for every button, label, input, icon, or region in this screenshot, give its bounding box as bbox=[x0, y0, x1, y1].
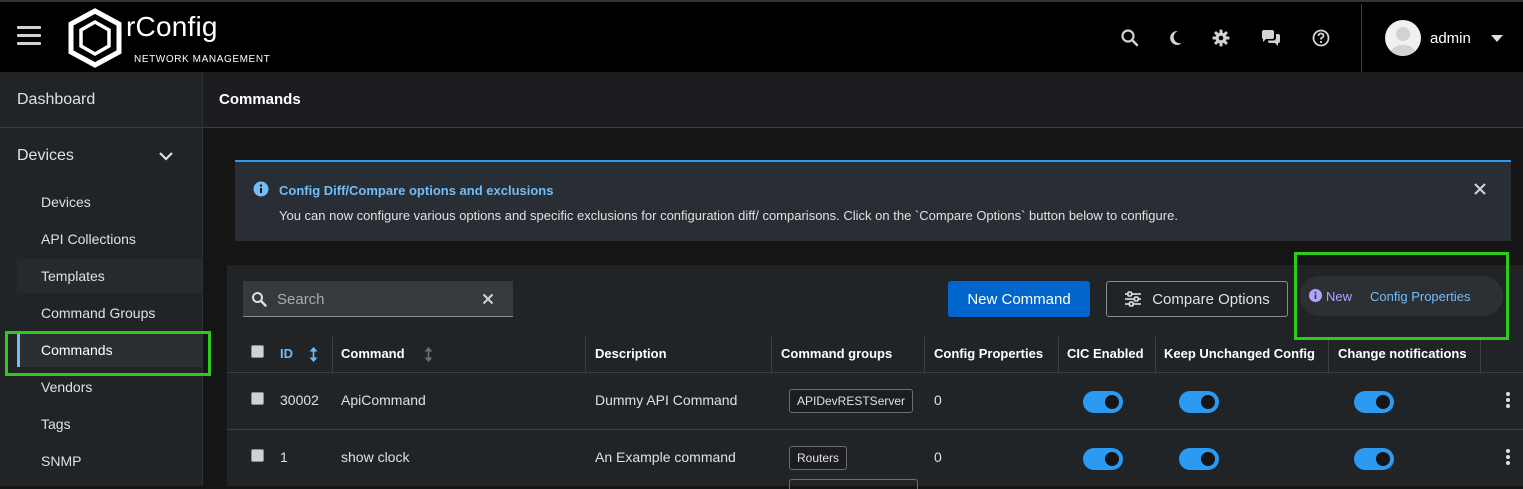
alert-description: You can now configure various options an… bbox=[279, 208, 1178, 223]
info-icon bbox=[253, 181, 269, 197]
sidebar-item-label: Dashboard bbox=[17, 91, 96, 108]
cell-id: 30002 bbox=[280, 392, 319, 408]
sidebar-item-api-collections[interactable]: API Collections bbox=[17, 222, 202, 256]
sidebar-item-command-groups[interactable]: Command Groups bbox=[17, 296, 202, 330]
search-icon bbox=[252, 292, 267, 307]
page-header: Commands bbox=[203, 72, 1523, 128]
help-icon[interactable] bbox=[1311, 28, 1331, 48]
sidebar-item-label: Devices bbox=[41, 194, 91, 210]
alert-title: Config Diff/Compare options and exclusio… bbox=[279, 183, 554, 198]
sidebar-item-label: Templates bbox=[41, 268, 105, 284]
cell-command[interactable]: ApiCommand bbox=[341, 392, 426, 408]
sidebar-item-label: SNMP bbox=[41, 453, 82, 469]
column-header-command-groups: Command groups bbox=[781, 346, 893, 361]
moon-icon[interactable] bbox=[1166, 28, 1186, 48]
sidebar-item-label: Tags bbox=[41, 416, 71, 432]
masthead-divider bbox=[1361, 4, 1362, 74]
page-title: Commands bbox=[219, 91, 301, 108]
sidebar-item-label: Command Groups bbox=[41, 305, 156, 321]
column-header-keep-unchanged: Keep Unchanged Config bbox=[1164, 346, 1315, 361]
cell-config-properties: 0 bbox=[934, 449, 942, 465]
search-icon[interactable] bbox=[1120, 28, 1140, 48]
keep-unchanged-toggle[interactable] bbox=[1179, 391, 1219, 413]
brand-name: rConfig bbox=[126, 11, 218, 42]
column-header-config-properties: Config Properties bbox=[934, 346, 1044, 361]
cic-enabled-toggle[interactable] bbox=[1083, 391, 1123, 413]
command-group-label bbox=[789, 479, 918, 489]
sidebar-item-dashboard[interactable]: Dashboard bbox=[0, 72, 202, 128]
command-group-label[interactable]: Routers bbox=[789, 446, 848, 470]
column-header-command[interactable]: Command bbox=[341, 346, 405, 361]
search-input[interactable] bbox=[275, 281, 475, 317]
rconfig-logo[interactable] bbox=[66, 8, 124, 68]
search-box bbox=[243, 281, 513, 317]
kebab-menu-icon[interactable] bbox=[1506, 449, 1510, 465]
cell-description: Dummy API Command bbox=[595, 392, 738, 408]
highlight-box bbox=[1294, 252, 1509, 340]
cell-description: An Example command bbox=[595, 449, 736, 465]
chat-icon[interactable] bbox=[1260, 28, 1282, 48]
info-alert: Config Diff/Compare options and exclusio… bbox=[235, 160, 1511, 241]
table-header: ID Command Description Command groups Co… bbox=[227, 337, 1523, 373]
clear-icon[interactable] bbox=[482, 293, 494, 305]
compare-options-button[interactable]: Compare Options bbox=[1106, 281, 1288, 317]
column-separator bbox=[1480, 337, 1481, 373]
cell-command[interactable]: show clock bbox=[341, 449, 409, 465]
sidebar-item-label: Vendors bbox=[41, 379, 93, 395]
gear-icon[interactable] bbox=[1211, 28, 1231, 48]
row-checkbox[interactable] bbox=[251, 392, 264, 405]
sidebar-item-label: API Collections bbox=[41, 231, 136, 247]
column-separator bbox=[1058, 337, 1059, 373]
table-row: 1 show clock An Example command Routers … bbox=[227, 430, 1523, 489]
column-separator bbox=[585, 337, 586, 373]
change-notifications-toggle[interactable] bbox=[1354, 391, 1394, 413]
row-checkbox[interactable] bbox=[251, 449, 264, 462]
column-header-description: Description bbox=[595, 346, 667, 361]
column-separator bbox=[1155, 337, 1156, 373]
column-header-id[interactable]: ID bbox=[280, 346, 293, 361]
cell-id: 1 bbox=[280, 449, 288, 465]
sort-icon[interactable] bbox=[424, 347, 433, 362]
masthead: rConfig NETWORK MANAGEMENT admin bbox=[0, 0, 1523, 74]
column-separator bbox=[771, 337, 772, 373]
sidebar-item-tags[interactable]: Tags bbox=[17, 407, 202, 441]
cell-config-properties: 0 bbox=[934, 392, 942, 408]
user-name[interactable]: admin bbox=[1430, 30, 1471, 47]
sidebar-item-devices[interactable]: Devices bbox=[17, 185, 202, 219]
change-notifications-toggle[interactable] bbox=[1354, 448, 1394, 470]
column-header-change-notifications: Change notifications bbox=[1338, 346, 1467, 361]
menu-icon[interactable] bbox=[17, 26, 41, 46]
highlight-box bbox=[5, 331, 211, 376]
close-icon[interactable] bbox=[1473, 182, 1487, 196]
sidebar-item-templates[interactable]: Templates bbox=[17, 259, 202, 293]
table-row: 30002 ApiCommand Dummy API Command APIDe… bbox=[227, 373, 1523, 430]
sort-icon[interactable] bbox=[309, 347, 318, 362]
chevron-down-icon bbox=[159, 152, 173, 161]
caret-down-icon[interactable] bbox=[1491, 35, 1503, 42]
brand-subtitle: NETWORK MANAGEMENT bbox=[134, 54, 271, 65]
column-separator bbox=[924, 337, 925, 373]
select-all-checkbox[interactable] bbox=[251, 345, 264, 358]
new-command-button[interactable]: New Command bbox=[948, 281, 1090, 317]
column-separator bbox=[332, 337, 333, 373]
compare-options-label: Compare Options bbox=[1152, 290, 1270, 308]
keep-unchanged-toggle[interactable] bbox=[1179, 448, 1219, 470]
column-separator bbox=[1328, 337, 1329, 373]
avatar[interactable] bbox=[1385, 20, 1421, 56]
sidebar-item-snmp[interactable]: SNMP bbox=[17, 444, 202, 478]
sidebar-group-devices[interactable]: Devices bbox=[0, 128, 202, 184]
command-group-label[interactable]: APIDevRESTServer bbox=[789, 389, 914, 413]
column-header-cic-enabled: CIC Enabled bbox=[1067, 346, 1144, 361]
sliders-icon bbox=[1125, 291, 1142, 307]
sidebar-group-label: Devices bbox=[17, 147, 74, 164]
kebab-menu-icon[interactable] bbox=[1506, 392, 1510, 408]
cic-enabled-toggle[interactable] bbox=[1083, 448, 1123, 470]
sidebar: Dashboard Devices Devices API Collection… bbox=[0, 72, 203, 486]
